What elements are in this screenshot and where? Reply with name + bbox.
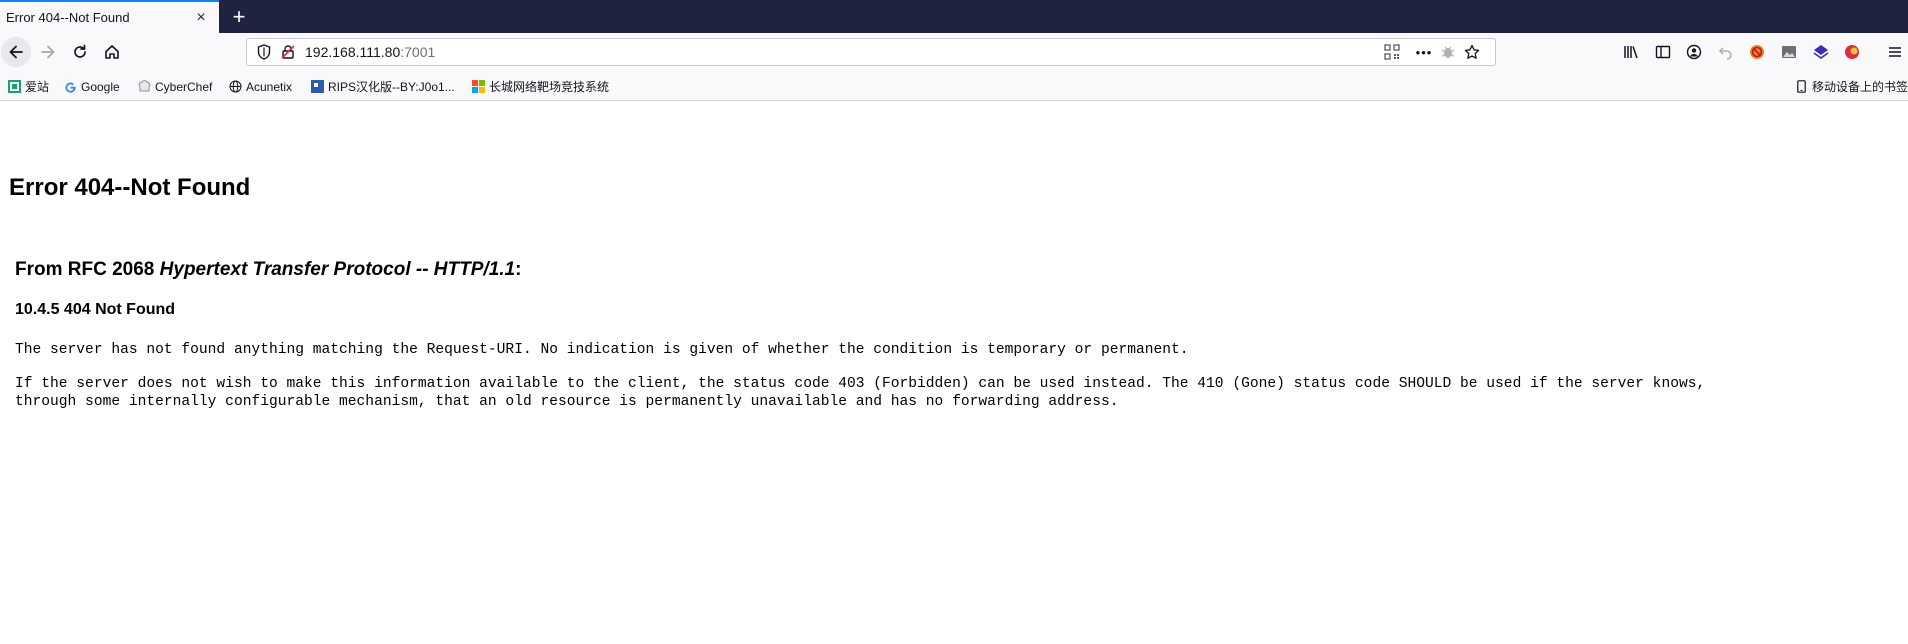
library-icon — [1624, 46, 1638, 59]
rfc-heading-suffix: : — [515, 259, 522, 280]
bookmark-label: Google — [81, 79, 120, 94]
blocker-extension-icon — [1750, 45, 1764, 59]
bookmark-label: RIPS汉化版--BY:J0o1... — [328, 80, 455, 94]
blocker-extension-button[interactable] — [1742, 37, 1772, 67]
bookmark-label: CyberChef — [155, 79, 213, 94]
bookmark-item[interactable]: RIPS汉化版--BY:J0o1... — [311, 78, 455, 95]
menu-button[interactable] — [1880, 37, 1908, 67]
undo-extension-button[interactable] — [1711, 37, 1741, 67]
forward-arrow-icon — [41, 45, 55, 59]
bookmark-label: 长城网络靶场竞技系统 — [489, 80, 610, 94]
mobile-bookmarks[interactable]: 移动设备上的书签 — [1795, 78, 1908, 95]
tab-title: Error 404--Not Found — [6, 10, 130, 25]
home-button[interactable] — [97, 37, 127, 67]
rfc-heading-title: Hypertext Transfer Protocol -- HTTP/1.1 — [159, 259, 516, 280]
url-text[interactable]: 192.168.111.80:7001 — [305, 44, 435, 60]
sidebar-icon — [1655, 45, 1671, 59]
close-tab-icon[interactable]: × — [190, 7, 212, 29]
bookmark-star-icon[interactable] — [1463, 43, 1481, 61]
image-extension-icon — [1782, 46, 1796, 58]
layers-extension-button[interactable] — [1806, 37, 1836, 67]
windows-icon — [472, 80, 485, 93]
insecure-connection-icon[interactable] — [279, 43, 297, 61]
library-button[interactable] — [1616, 37, 1646, 67]
rfc-heading-prefix: From RFC 2068 — [15, 259, 160, 280]
new-tab-button[interactable]: + — [226, 4, 252, 30]
forward-button[interactable] — [33, 37, 63, 67]
aizhan-icon — [8, 80, 21, 93]
navigation-toolbar: 192.168.111.80:7001 ••• — [0, 33, 1908, 71]
hackbar-extension-button[interactable] — [1837, 37, 1867, 67]
layers-extension-icon — [1813, 45, 1829, 59]
bookmark-item[interactable]: 爱站 — [8, 78, 49, 95]
description-paragraph: The server has not found anything matchi… — [15, 342, 1189, 358]
bookmark-label: Acunetix — [246, 79, 293, 94]
page-content: Error 404--Not Found From RFC 2068 Hyper… — [0, 101, 1908, 644]
mobile-device-icon — [1795, 80, 1808, 93]
image-extension-button[interactable] — [1774, 37, 1804, 67]
hamburger-menu-icon — [1889, 47, 1901, 57]
tab-strip: Error 404--Not Found × + — [0, 0, 1908, 33]
page-title: Error 404--Not Found — [9, 174, 251, 201]
url-bar[interactable]: 192.168.111.80:7001 ••• — [246, 38, 1496, 66]
account-button[interactable] — [1679, 37, 1709, 67]
undo-icon — [1718, 47, 1732, 60]
tab-active[interactable]: Error 404--Not Found × — [0, 0, 219, 33]
sidebar-button[interactable] — [1648, 37, 1678, 67]
google-icon — [64, 80, 77, 93]
rfc-heading: From RFC 2068 Hypertext Transfer Protoco… — [15, 259, 521, 281]
hackbar-extension-icon — [1845, 45, 1859, 59]
detail-line-1: If the server does not wish to make this… — [15, 376, 1706, 392]
bookmark-item[interactable]: Acunetix — [229, 78, 292, 95]
bookmark-item[interactable]: 长城网络靶场竞技系统 — [472, 78, 609, 95]
tracking-shield-icon[interactable] — [255, 43, 273, 61]
mobile-bookmarks-label: 移动设备上的书签 — [1812, 80, 1908, 94]
rips-icon — [311, 80, 324, 93]
bookmark-item[interactable]: CyberChef — [138, 78, 212, 95]
detail-paragraph: If the server does not wish to make this… — [15, 375, 1705, 411]
reload-icon — [74, 44, 86, 58]
section-heading: 10.4.5 404 Not Found — [15, 301, 176, 318]
bug-extension-icon[interactable] — [1439, 43, 1457, 61]
url-port: :7001 — [400, 44, 436, 60]
qr-code-icon[interactable] — [1383, 43, 1401, 61]
bookmarks-toolbar: 爱站 Google CyberChef Acunetix RIPS汉化版--BY… — [0, 71, 1908, 101]
back-arrow-icon — [9, 45, 23, 59]
url-host: 192.168.111.80 — [305, 44, 401, 60]
bookmark-label: 爱站 — [25, 80, 50, 94]
account-icon — [1686, 44, 1702, 60]
bookmark-item[interactable]: Google — [64, 78, 120, 95]
cyberchef-icon — [138, 80, 151, 93]
home-icon — [105, 45, 119, 59]
reload-button[interactable] — [65, 37, 95, 67]
back-button[interactable] — [1, 37, 31, 67]
globe-icon — [229, 80, 242, 93]
detail-line-2: through some internally configurable mec… — [15, 394, 1119, 410]
page-actions-icon[interactable]: ••• — [1415, 43, 1433, 61]
